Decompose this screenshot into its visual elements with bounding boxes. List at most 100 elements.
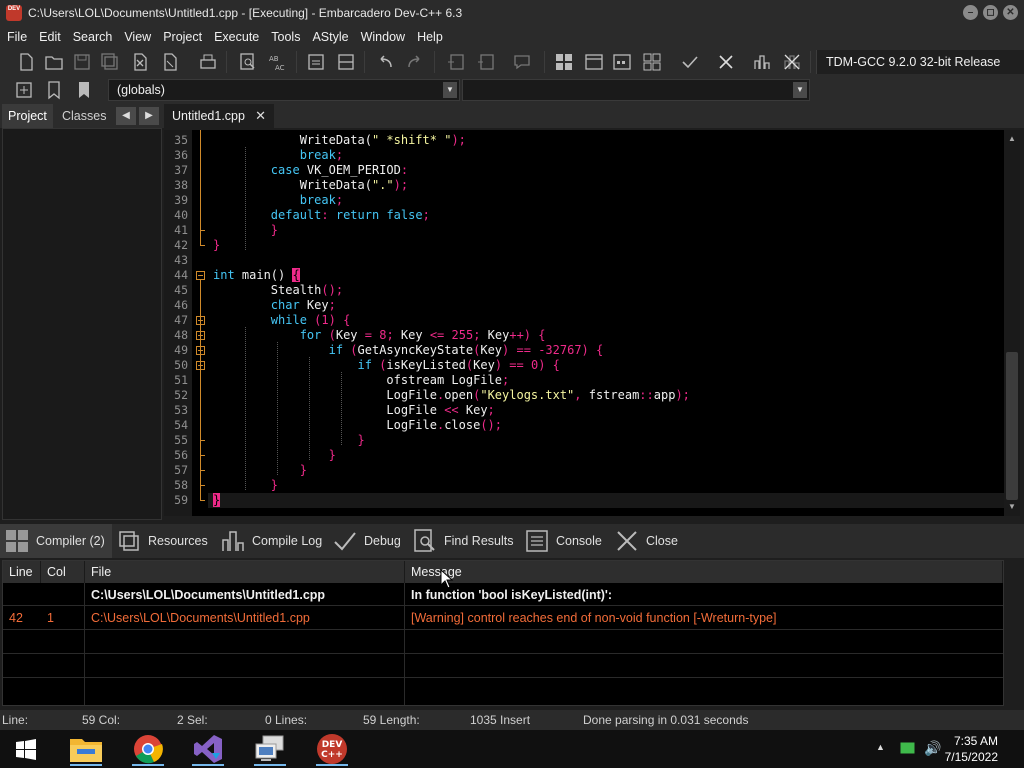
tab-classes[interactable]: Classes: [56, 104, 112, 128]
tab-untitled1-cpp[interactable]: Untitled1.cpp ✕: [164, 104, 274, 128]
menu-file[interactable]: File: [1, 26, 33, 48]
tab-compiler[interactable]: Compiler (2): [0, 524, 112, 558]
code-token: ;: [335, 193, 344, 207]
toggle-bookmark-icon[interactable]: [42, 78, 66, 102]
compile-icon[interactable]: [552, 50, 576, 74]
close-all-icon[interactable]: [158, 50, 182, 74]
chrome-icon[interactable]: [126, 732, 170, 766]
undo-icon[interactable]: [374, 50, 398, 74]
menu-astyle[interactable]: AStyle: [306, 26, 354, 48]
scroll-up-icon[interactable]: ▲: [1006, 132, 1018, 146]
scroll-down-icon[interactable]: ▼: [1006, 500, 1018, 514]
chevron-down-icon[interactable]: ▼: [793, 82, 807, 98]
tab-resources[interactable]: Resources: [116, 524, 208, 558]
column-header-col[interactable]: Col: [41, 561, 85, 583]
close-file-icon[interactable]: [128, 50, 152, 74]
stop-execution-icon[interactable]: [714, 50, 738, 74]
chevron-up-icon[interactable]: ▲: [876, 742, 885, 752]
tab-console[interactable]: Console: [524, 524, 602, 558]
close-icon[interactable]: ✕: [1003, 5, 1018, 20]
maximize-icon[interactable]: ◻: [983, 5, 998, 20]
new-file-icon[interactable]: [14, 50, 38, 74]
tab-project[interactable]: Project: [2, 104, 53, 128]
column-header-file[interactable]: File: [85, 561, 405, 583]
menu-search[interactable]: Search: [67, 26, 119, 48]
tab-debug[interactable]: Debug: [332, 524, 401, 558]
save-icon[interactable]: [70, 50, 94, 74]
function-select[interactable]: ▼: [462, 79, 810, 101]
syntax-check-icon[interactable]: [678, 50, 702, 74]
console-icon: [526, 530, 548, 552]
close-tab-icon[interactable]: ✕: [255, 104, 266, 128]
menu-project[interactable]: Project: [157, 26, 208, 48]
goto-line-icon[interactable]: [304, 50, 328, 74]
network-pc-icon[interactable]: [248, 732, 292, 766]
insert-code-icon[interactable]: [12, 78, 36, 102]
tab-close[interactable]: Close: [614, 524, 678, 558]
start-windows-icon[interactable]: [4, 732, 48, 766]
fold-toggle-icon[interactable]: [196, 271, 205, 280]
file-explorer-icon[interactable]: [64, 732, 108, 766]
chevron-down-icon[interactable]: ▼: [443, 82, 457, 98]
line-number: 50: [174, 358, 188, 372]
menu-help[interactable]: Help: [411, 26, 449, 48]
editor-vertical-scrollbar[interactable]: ▲ ▼: [1004, 130, 1020, 516]
menu-window[interactable]: Window: [355, 26, 411, 48]
replace-icon[interactable]: AB AC: [266, 50, 290, 74]
devcpp-icon[interactable]: DEV C++: [310, 732, 354, 766]
tab-compile-log[interactable]: Compile Log: [220, 524, 322, 558]
debug-check-icon: [334, 532, 356, 551]
find-icon[interactable]: [236, 50, 260, 74]
menu-view[interactable]: View: [118, 26, 157, 48]
run-icon[interactable]: [582, 50, 606, 74]
menu-execute[interactable]: Execute: [208, 26, 265, 48]
battery-icon[interactable]: [900, 741, 916, 755]
status-col: 2 Sel:: [177, 713, 208, 727]
new-project-icon[interactable]: [444, 50, 468, 74]
compiler-profile-select[interactable]: TDM-GCC 9.2.0 32-bit Release: [816, 50, 1024, 74]
code-token: main(): [234, 268, 293, 282]
code-token: :: [321, 208, 329, 222]
save-all-icon[interactable]: [98, 50, 122, 74]
profile-analysis-icon[interactable]: [750, 50, 774, 74]
column-header-message[interactable]: Message: [405, 561, 1003, 583]
minimize-icon[interactable]: –: [963, 5, 978, 20]
fold-end: [200, 245, 205, 246]
volume-icon[interactable]: 🔊: [924, 740, 941, 757]
project-tree-panel[interactable]: [2, 128, 162, 520]
line-number: 40: [174, 208, 188, 222]
chevron-left-icon[interactable]: ◀: [116, 107, 136, 125]
code-token: LogFile: [213, 418, 437, 432]
code-line: LogFile.close();: [213, 418, 502, 433]
remove-from-project-icon[interactable]: [474, 50, 498, 74]
visual-studio-installer-icon[interactable]: [186, 732, 230, 766]
windows-taskbar: DEV C++ ▲ 🔊 7:35 AM 7/15/2022: [0, 730, 1024, 768]
menu-tools[interactable]: Tools: [265, 26, 306, 48]
line-number: 58: [174, 478, 188, 492]
tab-find-results[interactable]: Find Results: [412, 524, 513, 558]
status-bar: Line: 59 Col: 2 Sel: 0 Lines: 59 Length:…: [0, 710, 1024, 730]
open-folder-icon[interactable]: [42, 50, 66, 74]
split-view-icon[interactable]: [334, 50, 358, 74]
code-editor[interactable]: 35 36 37 38 39 40 41 42 43 44 45 46 47 48 49 50 51 52 53 54…: [164, 130, 1004, 516]
project-options-icon[interactable]: [510, 50, 534, 74]
scrollbar-thumb[interactable]: [1006, 352, 1018, 500]
rebuild-all-icon[interactable]: [640, 50, 664, 74]
devcpp-app-icon[interactable]: DEV: [6, 5, 22, 21]
print-icon[interactable]: [196, 50, 220, 74]
menu-edit[interactable]: Edit: [33, 26, 67, 48]
compiler-messages-table[interactable]: Line Col File Message C:\Users\LOL\Docum…: [2, 560, 1004, 706]
compile-run-icon[interactable]: [610, 50, 634, 74]
scope-select[interactable]: (globals) ▼: [108, 79, 460, 101]
indent-guide: [341, 372, 342, 445]
delete-profiling-icon[interactable]: [780, 50, 804, 74]
system-clock[interactable]: 7:35 AM 7/15/2022: [945, 733, 998, 765]
code-token: " *shift* ": [371, 133, 452, 147]
goto-bookmark-icon[interactable]: [72, 78, 96, 102]
chevron-right-icon[interactable]: ▶: [139, 107, 159, 125]
redo-icon[interactable]: [402, 50, 426, 74]
code-token: ++) {: [509, 328, 546, 342]
column-header-line[interactable]: Line: [3, 561, 41, 583]
